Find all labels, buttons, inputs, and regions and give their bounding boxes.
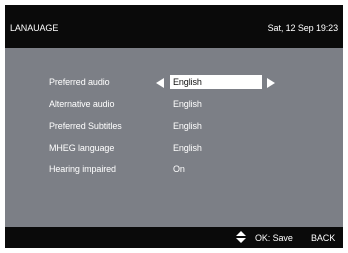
setting-label-hearing-impaired: Hearing impaired: [49, 164, 116, 174]
ok-save-label: OK: Save: [255, 233, 293, 243]
setting-row-alternative-audio[interactable]: Alternative audio English: [5, 96, 343, 112]
back-label: BACK: [311, 233, 336, 243]
setting-row-preferred-subtitles[interactable]: Preferred Subtitles English: [5, 118, 343, 134]
header-bar: LANAUAGE Sat, 12 Sep 19:23: [5, 5, 343, 48]
setting-value-mheg-language[interactable]: English: [170, 141, 262, 155]
setting-value-preferred-audio[interactable]: English: [170, 75, 262, 89]
up-down-icon: [236, 231, 246, 243]
settings-panel: Preferred audio English Alternative audi…: [5, 48, 343, 227]
footer-bar: OK: Save BACK: [5, 227, 343, 248]
right-arrow-icon[interactable]: [267, 78, 275, 88]
setting-label-preferred-subtitles: Preferred Subtitles: [49, 121, 122, 131]
setting-value-preferred-subtitles[interactable]: English: [170, 119, 262, 133]
setting-label-alternative-audio: Alternative audio: [49, 99, 115, 109]
setting-value-hearing-impaired[interactable]: On: [170, 162, 262, 176]
setting-row-preferred-audio[interactable]: Preferred audio English: [5, 74, 343, 90]
tv-language-settings-screen: LANAUAGE Sat, 12 Sep 19:23 Preferred aud…: [5, 5, 343, 248]
setting-row-hearing-impaired[interactable]: Hearing impaired On: [5, 161, 343, 177]
setting-row-mheg-language[interactable]: MHEG language English: [5, 140, 343, 156]
date-time: Sat, 12 Sep 19:23: [267, 23, 338, 33]
left-arrow-icon[interactable]: [156, 78, 164, 88]
setting-label-preferred-audio: Preferred audio: [49, 77, 110, 87]
setting-label-mheg-language: MHEG language: [49, 143, 115, 153]
page-title: LANAUAGE: [10, 23, 59, 33]
setting-value-alternative-audio[interactable]: English: [170, 97, 262, 111]
